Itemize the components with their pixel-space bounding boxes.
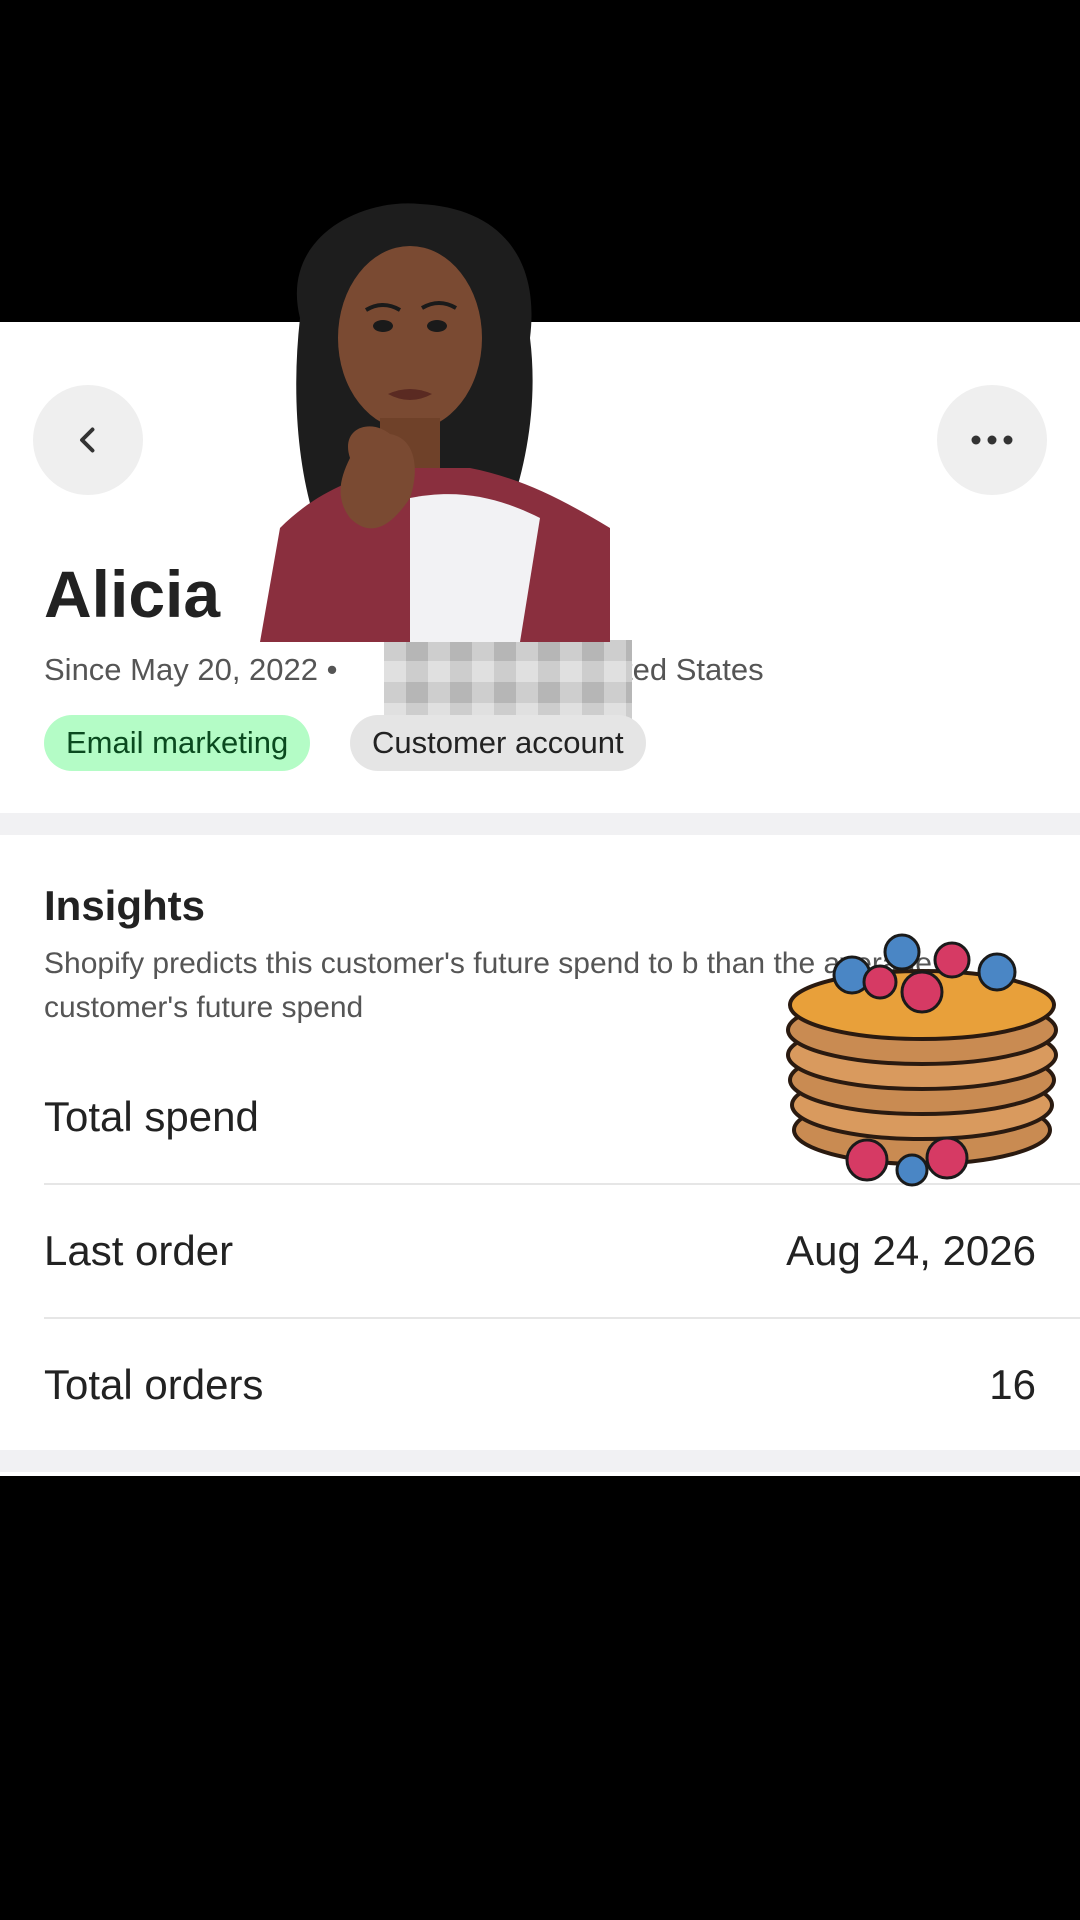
redacted-location	[384, 640, 632, 724]
stat-value: 16	[989, 1361, 1036, 1408]
back-button[interactable]	[33, 385, 143, 495]
section-divider	[0, 813, 1080, 835]
pancakes-sticker	[786, 933, 1058, 1187]
email-marketing-badge: Email marketing	[44, 715, 311, 771]
section-divider	[0, 1450, 1080, 1472]
customer-name: Alicia	[44, 557, 221, 631]
stat-label: Total orders	[44, 1361, 264, 1408]
bottom-black-bar	[0, 1476, 1080, 1920]
customer-account-badge: Customer account	[350, 715, 646, 771]
stat-value: Aug 24, 2026	[786, 1227, 1036, 1274]
customer-since: Since May 20, 2022 •	[44, 652, 338, 687]
chevron-left-icon	[80, 427, 95, 453]
customer-location: ted States	[624, 652, 764, 687]
customer-meta: Since May 20, 2022 • ted States	[44, 652, 764, 688]
stat-row-total-orders[interactable]: Total orders 16	[44, 1319, 1080, 1451]
stat-label: Last order	[44, 1227, 234, 1274]
more-horizontal-icon	[971, 435, 1013, 445]
insights-title: Insights	[44, 882, 206, 929]
stat-row-last-order[interactable]: Last order Aug 24, 2026	[44, 1185, 1080, 1319]
person-overlay-image	[260, 203, 610, 642]
more-options-button[interactable]	[937, 385, 1047, 495]
stat-label: Total spend	[44, 1093, 259, 1140]
